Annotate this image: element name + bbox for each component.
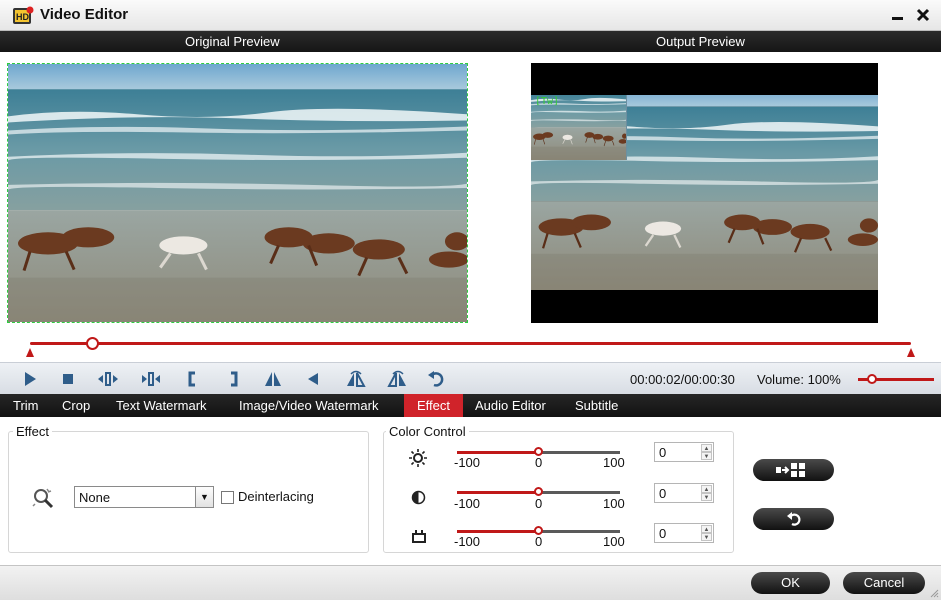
deinterlacing-label[interactable]: Deinterlacing — [238, 489, 314, 504]
saturation-max-label: 100 — [603, 534, 625, 549]
contrast-increment-button[interactable]: ▲ — [701, 485, 712, 493]
close-icon — [916, 8, 930, 22]
saturation-input[interactable]: 0 ▲ ▼ — [654, 523, 714, 543]
preview-header: Original Preview Output Preview — [0, 31, 941, 52]
effect-group: Effect None ▼ Deinterlacing — [8, 424, 369, 553]
app-logo-icon: HD — [13, 6, 34, 24]
cancel-button[interactable]: Cancel — [843, 572, 925, 594]
window-title: Video Editor — [40, 6, 129, 23]
mark-in-icon[interactable] — [182, 369, 204, 389]
mark-out-icon[interactable] — [222, 369, 244, 389]
output-video: [Tw] — [531, 95, 878, 290]
contrast-min-label: -100 — [454, 496, 481, 511]
brightness-increment-button[interactable]: ▲ — [701, 444, 712, 452]
original-video-image — [8, 64, 467, 322]
brightness-mid-label: 0 — [535, 455, 543, 470]
contrast-input[interactable]: 0 ▲ ▼ — [654, 483, 714, 503]
saturation-slider[interactable] — [457, 526, 620, 535]
brightness-slider[interactable] — [457, 447, 620, 456]
contrast-max-label: 100 — [603, 496, 625, 511]
saturation-min-label: -100 — [454, 534, 481, 549]
watermark-tag: [Tw] — [535, 96, 560, 107]
brightness-icon — [409, 449, 427, 467]
rotate-right-icon[interactable] — [387, 369, 409, 389]
title-bar: HD Video Editor — [0, 0, 941, 31]
output-preview-label: Output Preview — [656, 34, 745, 49]
rotate-left-icon[interactable] — [304, 369, 326, 389]
tab-effect[interactable]: Effect — [404, 394, 463, 417]
contrast-mid-label: 0 — [535, 496, 543, 511]
playback-toolbar: 00:00:02/00:00:30 Volume: 100% — [0, 362, 941, 394]
volume-label-text: Volume: — [757, 372, 804, 387]
time-readout: 00:00:02/00:00:30 — [630, 372, 735, 387]
chevron-down-icon[interactable]: ▼ — [195, 487, 213, 507]
play-icon[interactable] — [19, 369, 41, 389]
tab-audio-editor[interactable]: Audio Editor — [469, 394, 552, 417]
tab-image-video-watermark[interactable]: Image/Video Watermark — [233, 394, 384, 417]
brightness-input[interactable]: 0 ▲ ▼ — [654, 442, 714, 462]
deinterlacing-checkbox[interactable] — [221, 491, 234, 504]
reset-icon[interactable] — [426, 369, 448, 389]
saturation-value: 0 — [659, 526, 667, 541]
brightness-value: 0 — [659, 445, 667, 460]
tab-text-watermark[interactable]: Text Watermark — [110, 394, 213, 417]
tab-subtitle[interactable]: Subtitle — [569, 394, 624, 417]
end-marker[interactable] — [907, 348, 915, 357]
restore-defaults-button[interactable] — [753, 508, 834, 530]
resize-grip-icon[interactable] — [929, 588, 939, 598]
effect-dropdown-value: None — [79, 490, 111, 505]
contrast-slider[interactable] — [457, 487, 620, 496]
preview-area: [Tw] — [0, 52, 941, 362]
watermark-video-overlay: [Tw] — [531, 95, 627, 160]
effect-panel: Effect None ▼ Deinterlacing Color Contro… — [1, 417, 940, 565]
contrast-decrement-button[interactable]: ▼ — [701, 493, 712, 501]
start-marker[interactable] — [26, 348, 34, 357]
volume-label: Volume: 100% — [757, 372, 841, 387]
timeline-track[interactable] — [30, 342, 911, 345]
prev-frame-icon[interactable] — [97, 369, 119, 389]
contrast-value: 0 — [659, 486, 667, 501]
volume-value: 100% — [807, 372, 841, 387]
restore-icon — [786, 512, 800, 526]
close-button[interactable] — [913, 5, 933, 25]
original-preview-label: Original Preview — [185, 34, 280, 49]
brightness-min-label: -100 — [454, 455, 481, 470]
contrast-slider-knob[interactable] — [534, 487, 543, 496]
minimize-icon — [892, 17, 903, 20]
saturation-decrement-button[interactable]: ▼ — [701, 533, 712, 541]
flip-vertical-icon[interactable] — [262, 369, 284, 389]
svg-text:HD: HD — [16, 12, 29, 22]
contrast-icon — [411, 490, 426, 505]
brightness-decrement-button[interactable]: ▼ — [701, 452, 712, 460]
volume-slider-knob[interactable] — [867, 374, 878, 384]
apply-to-all-button[interactable] — [753, 459, 834, 481]
effect-group-label: Effect — [13, 424, 53, 439]
effect-wand-icon — [32, 488, 54, 509]
editor-tabs: Trim Crop Text Watermark Image/Video Wat… — [0, 394, 941, 417]
next-frame-icon[interactable] — [140, 369, 162, 389]
minimize-button[interactable] — [888, 5, 908, 25]
saturation-mid-label: 0 — [535, 534, 543, 549]
brightness-max-label: 100 — [603, 455, 625, 470]
ok-button[interactable]: OK — [751, 572, 830, 594]
saturation-icon — [412, 530, 426, 543]
saturation-increment-button[interactable]: ▲ — [701, 525, 712, 533]
timeline-scrubber[interactable] — [85, 337, 99, 350]
apply-to-all-icon — [775, 463, 805, 477]
dialog-footer: OK Cancel — [0, 565, 941, 600]
color-control-group: Color Control -100 0 100 0 ▲ ▼ -100 0 100 — [383, 424, 734, 553]
tab-trim[interactable]: Trim — [7, 394, 45, 417]
output-preview-frame: [Tw] — [531, 63, 878, 323]
flip-horizontal-icon[interactable] — [345, 369, 367, 389]
effect-dropdown[interactable]: None ▼ — [74, 486, 214, 508]
original-preview-frame[interactable] — [7, 63, 468, 323]
color-control-label: Color Control — [386, 424, 469, 439]
tab-crop[interactable]: Crop — [56, 394, 96, 417]
stop-icon[interactable] — [57, 369, 79, 389]
